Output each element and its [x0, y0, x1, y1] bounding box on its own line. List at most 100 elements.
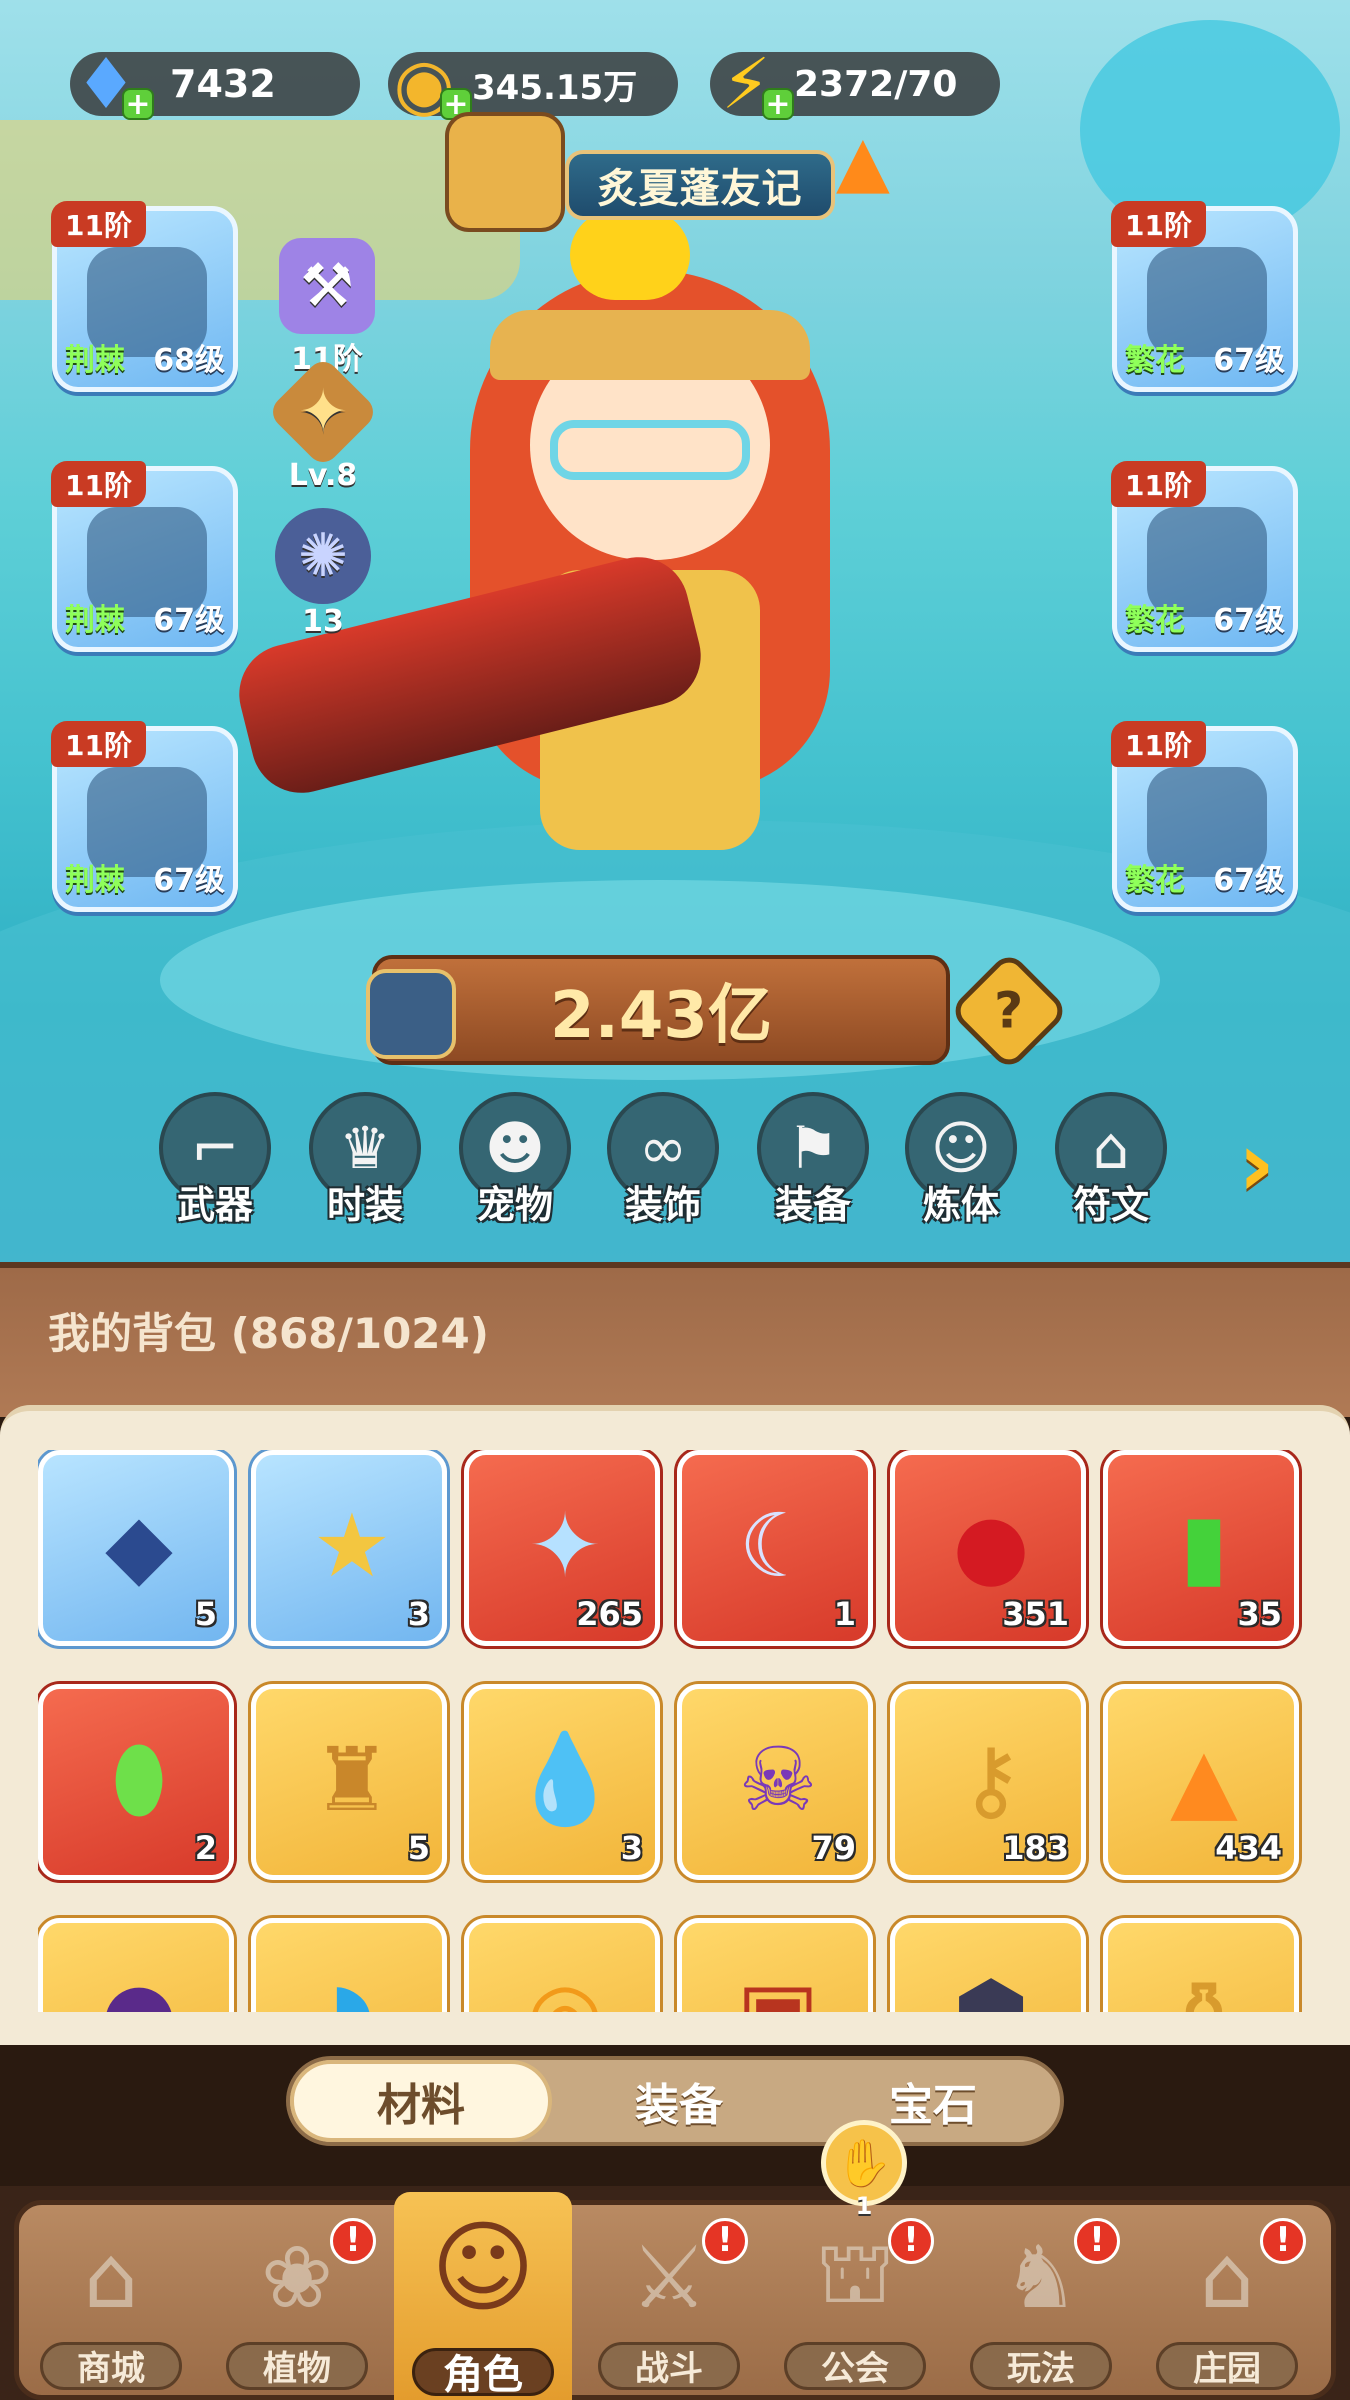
- bag-title: 我的背包 (868/1024): [48, 1300, 489, 1361]
- nav-gameplay[interactable]: ♞ 玩法!: [952, 2218, 1130, 2394]
- bag-item[interactable]: ⚱: [1103, 1918, 1299, 2012]
- weapon-tier-stat[interactable]: ⚒ 11阶: [272, 238, 382, 378]
- item-quantity: 5: [407, 1829, 430, 1867]
- bag-item[interactable]: ◗: [251, 1918, 447, 2012]
- item-quantity: 3: [620, 1829, 643, 1867]
- equip-set: 荆棘: [65, 863, 125, 898]
- bag-item[interactable]: ● 351: [890, 1450, 1086, 1646]
- category-body-refine[interactable]: ☺ 炼体: [902, 1092, 1020, 1229]
- category-equipment[interactable]: ⚑ 装备: [754, 1092, 872, 1229]
- gold-bottle-icon: ⚱: [1142, 1951, 1266, 2013]
- nav-label: 角色: [412, 2348, 554, 2398]
- bag-item[interactable]: ♜ 5: [251, 1684, 447, 1880]
- guild-handshake-badge[interactable]: ✋ 1: [818, 2120, 910, 2220]
- level-stat[interactable]: ✦ Lv.8: [266, 355, 380, 493]
- tab-materials[interactable]: 材料: [290, 2060, 552, 2142]
- character-goggles: [550, 420, 750, 480]
- bag-item[interactable]: ☠ 79: [677, 1684, 873, 1880]
- energy-value: 2372/70: [794, 63, 958, 105]
- item-quantity: 2: [194, 1829, 217, 1867]
- equip-slot-gloves[interactable]: 11阶 荆棘 67级: [51, 461, 238, 652]
- category-label: 装备: [774, 1183, 851, 1227]
- equip-tier: 11阶: [51, 461, 146, 507]
- bag-tabs: 材料 装备 宝石: [286, 2056, 1064, 2146]
- character-icon: ☺: [430, 2208, 536, 2326]
- tab-equipment[interactable]: 装备: [552, 2060, 806, 2142]
- bag-grid[interactable]: ◆5★3✦265☾1●351▮35⬮2♜5💧3☠79⚷183▲434●◗◎▣⬢⚱: [38, 1450, 1328, 2012]
- gold-flask-icon: ♜: [312, 1727, 392, 1831]
- purple-orb-icon: ●: [77, 1951, 201, 2013]
- equip-slot-hat[interactable]: 11阶 荆棘 68级: [51, 201, 238, 392]
- key-icon: ⚷: [958, 1727, 1024, 1831]
- alert-badge: !: [888, 2218, 934, 2264]
- alert-badge: !: [330, 2218, 376, 2264]
- category-pet[interactable]: ☻ 宠物: [456, 1092, 574, 1229]
- crystal-star-icon: ✦: [528, 1493, 602, 1597]
- diamond-counter[interactable]: ♦ + 7432: [70, 43, 360, 125]
- equip-tier: 11阶: [51, 201, 146, 247]
- duck-hat: [570, 210, 690, 300]
- equip-tier: 11阶: [1111, 721, 1206, 767]
- item-quantity: 265: [576, 1595, 643, 1633]
- combat-power-value: 2.43亿: [550, 979, 772, 1053]
- nav-guild[interactable]: ⛫ 公会!: [766, 2218, 944, 2394]
- bag-item[interactable]: ⬮ 2: [38, 1684, 234, 1880]
- bag-item[interactable]: ⚷ 183: [890, 1684, 1086, 1880]
- tube-icon: ▮: [1179, 1493, 1229, 1597]
- equip-set: 荆棘: [65, 343, 125, 378]
- bag-item[interactable]: ⬢: [890, 1918, 1086, 2012]
- equip-level: 67级: [153, 603, 225, 638]
- nav-plant[interactable]: ❀ 植物!: [208, 2218, 386, 2394]
- bag-item[interactable]: ◎: [464, 1918, 660, 2012]
- hammer-icon: ⚒: [279, 238, 375, 334]
- bag-item[interactable]: 💧 3: [464, 1684, 660, 1880]
- energy-counter[interactable]: ⚡ + 2372/70: [710, 43, 1000, 125]
- orb-stat[interactable]: ✺ 13: [268, 508, 378, 639]
- bag-item[interactable]: ▣: [677, 1918, 873, 2012]
- add-energy-button[interactable]: +: [762, 88, 794, 120]
- potion-icon: ●: [952, 1493, 1030, 1597]
- bag-item[interactable]: ●: [38, 1918, 234, 2012]
- item-quantity: 183: [1002, 1829, 1069, 1867]
- add-diamond-button[interactable]: +: [122, 88, 154, 120]
- equip-set: 荆棘: [65, 603, 125, 638]
- equip-tier: 11阶: [1111, 461, 1206, 507]
- category-label: 武器: [176, 1183, 253, 1227]
- bag-item[interactable]: ✦ 265: [464, 1450, 660, 1646]
- item-quantity: 1: [833, 1595, 856, 1633]
- question-icon: ?: [994, 981, 1024, 1040]
- category-fashion[interactable]: ♛ 时装: [306, 1092, 424, 1229]
- nav-label: 植物: [226, 2342, 368, 2390]
- chevron-right-icon[interactable]: ›: [1238, 1112, 1275, 1217]
- bag-item[interactable]: ◆ 5: [38, 1450, 234, 1646]
- equip-set: 繁花: [1125, 863, 1185, 898]
- bag-item[interactable]: ▲ 434: [1103, 1684, 1299, 1880]
- event-mascot-icon[interactable]: [445, 112, 565, 232]
- bag-item[interactable]: ▮ 35: [1103, 1450, 1299, 1646]
- category-weapon[interactable]: ⌐ 武器: [156, 1092, 274, 1229]
- nav-character[interactable]: ☺ 角色: [394, 2192, 572, 2400]
- nav-shop[interactable]: ⌂ 商城: [22, 2218, 200, 2394]
- item-quantity: 434: [1215, 1829, 1282, 1867]
- item-quantity: 79: [811, 1829, 856, 1867]
- equip-level: 67级: [1213, 863, 1285, 898]
- level-label: Lv.8: [288, 458, 358, 493]
- category-rune[interactable]: ⌂ 符文: [1052, 1092, 1170, 1229]
- equip-slot-belt[interactable]: 11阶 繁花 67级: [1111, 461, 1298, 652]
- category-decoration[interactable]: ∞ 装饰: [604, 1092, 722, 1229]
- orb-icon: ✺: [275, 508, 371, 604]
- bag-item[interactable]: ★ 3: [251, 1450, 447, 1646]
- nav-battle[interactable]: ⚔ 战斗!: [580, 2218, 758, 2394]
- equip-slot-shorts[interactable]: 11阶 荆棘 67级: [51, 721, 238, 912]
- event-banner[interactable]: 炙夏蓬友记: [565, 150, 835, 220]
- equip-slot-boots[interactable]: 11阶 繁花 67级: [1111, 721, 1298, 912]
- bag-item[interactable]: ☾ 1: [677, 1450, 873, 1646]
- orb-label: 13: [302, 604, 344, 639]
- nav-manor[interactable]: ⌂ 庄园!: [1138, 2218, 1316, 2394]
- pyramid-crystal-icon: ▲: [1170, 1727, 1238, 1831]
- item-quantity: 3: [407, 1595, 430, 1633]
- event-banner-label: 炙夏蓬友记: [597, 166, 803, 212]
- gold-counter[interactable]: ◉ + 345.15万: [388, 43, 678, 125]
- equip-slot-shirt[interactable]: 11阶 繁花 67级: [1111, 201, 1298, 392]
- nav-label: 战斗: [598, 2342, 740, 2390]
